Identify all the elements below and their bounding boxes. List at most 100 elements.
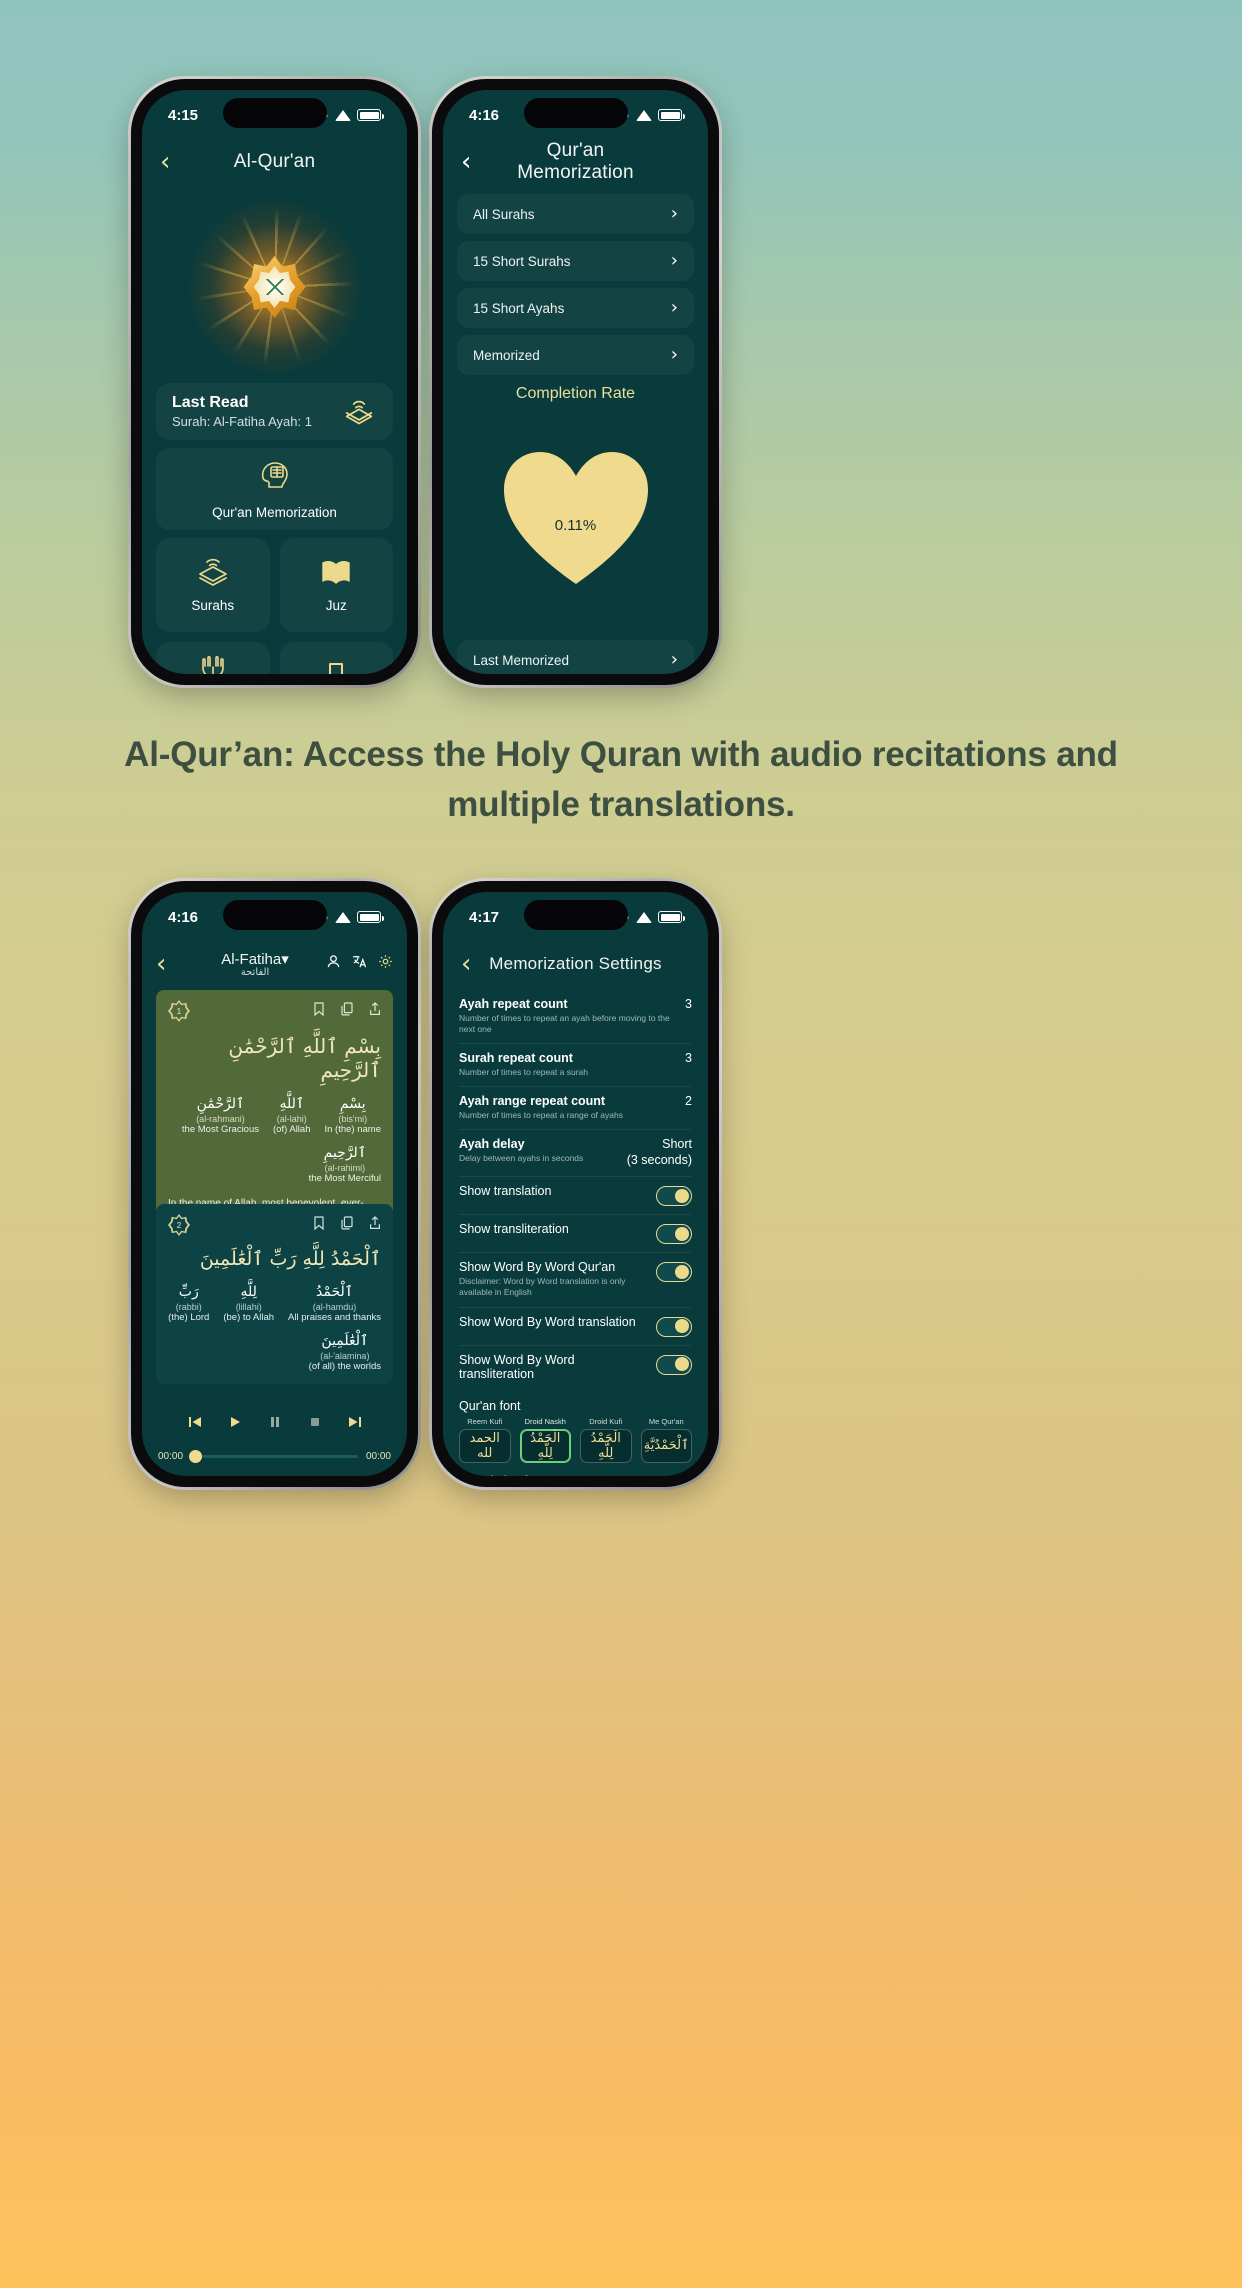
setting-show-transliteration[interactable]: Show transliteration (459, 1214, 692, 1252)
memorization-card-label: Qur'an Memorization (212, 505, 337, 520)
memorization-menu: All Surahs › 15 Short Surahs › 15 Short … (457, 194, 694, 382)
font-chip-sample: الحمد لله (459, 1428, 511, 1463)
setting-value[interactable]: 3 (685, 997, 692, 1011)
surah-selector[interactable]: Al-Fatiha▾ الفاتحة (190, 950, 320, 978)
toggle-show-wbw-translation[interactable] (656, 1316, 692, 1337)
word-item: ٱلرَّحْمَٰنِ (al-rahmani) the Most Graci… (181, 1096, 259, 1135)
last-read-title: Last Read (172, 394, 249, 411)
notch (523, 98, 628, 128)
bookmark-icon[interactable] (313, 1001, 325, 1021)
stop-button[interactable] (308, 1415, 322, 1434)
menu-item-memorized[interactable]: Memorized › (457, 335, 694, 375)
toggle-show-translation[interactable] (656, 1186, 692, 1207)
back-button[interactable]: ‹ (461, 149, 489, 175)
next-track-button[interactable] (348, 1415, 362, 1434)
tile-duas[interactable]: Duas from the Qur'an (156, 642, 270, 674)
setting-ayah-delay[interactable]: Ayah delay Delay between ayahs in second… (459, 1129, 692, 1176)
chevron-right-icon: › (670, 297, 678, 318)
back-button[interactable]: ‹ (461, 951, 489, 977)
font-chip-sample: الْحَمْدُ لِلَّهِ (519, 1428, 571, 1463)
menu-item-15-short-ayahs[interactable]: 15 Short Ayahs › (457, 288, 694, 328)
last-read-subtitle: Surah: Al-Fatiha Ayah: 1 (172, 414, 312, 429)
share-icon[interactable] (369, 1215, 381, 1235)
phone-mockup-settings: 4:17 •••• ‹ Memorization Settings Ayah r… (429, 878, 722, 1490)
setting-show-wbw-translation[interactable]: Show Word By Word translation (459, 1306, 692, 1345)
chevron-down-icon[interactable]: ▾ (281, 951, 289, 968)
seek-track[interactable] (189, 1450, 358, 1463)
toggle-show-transliteration[interactable] (656, 1224, 692, 1245)
seek-knob[interactable] (189, 1450, 203, 1463)
play-button[interactable] (228, 1415, 242, 1434)
battery-icon (658, 911, 685, 923)
open-quran-icon (341, 397, 377, 427)
status-time: 4:17 (469, 908, 500, 926)
quran-font-label: Qur'an font (459, 1398, 521, 1413)
font-chip-droid-kufi[interactable]: Droid Kufi الْحَمْدُ لِلَّهِ (580, 1417, 632, 1463)
font-chip-droid-naskh[interactable]: Droid Naskh الْحَمْدُ لِلَّهِ (519, 1417, 571, 1463)
reciter-icon[interactable] (326, 954, 341, 974)
nav-bar-memorization: ‹ Qur'an Memorization (443, 136, 708, 188)
menu-item-label: 15 Short Surahs (473, 253, 571, 269)
chevron-right-icon: › (670, 250, 678, 271)
setting-ayah-repeat-count[interactable]: Ayah repeat count Number of times to rep… (459, 990, 692, 1043)
screen-home: 4:15 •••• ‹ Al-Qur'an Last Read Surah: A… (142, 90, 407, 674)
chevron-right-icon: › (670, 649, 678, 670)
back-button[interactable]: ‹ (160, 149, 188, 175)
setting-show-wbw-quran[interactable]: Show Word By Word Qur'an Disclaimer: Wor… (459, 1252, 692, 1306)
tile-bookmarks[interactable]: Bookmarks (279, 642, 393, 674)
headline-text: Al-Qur’an: Access the Holy Quran with au… (124, 735, 1118, 825)
menu-item-15-short-surahs[interactable]: 15 Short Surahs › (457, 241, 694, 281)
menu-item-all-surahs[interactable]: All Surahs › (457, 194, 694, 234)
setting-value[interactable]: Short (3 seconds) (627, 1137, 692, 1168)
setting-surah-repeat-count[interactable]: Surah repeat count Number of times to re… (459, 1043, 692, 1086)
previous-track-button[interactable] (188, 1415, 202, 1434)
tile-surahs[interactable]: Surahs (156, 538, 270, 632)
share-icon[interactable] (369, 1001, 381, 1021)
setting-description: Number of times to repeat a surah (459, 1067, 588, 1078)
audio-seek-bar[interactable]: 00:00 00:00 (158, 1450, 391, 1463)
ayah-arabic-text: ٱلْحَمْدُ لِلَّهِ رَبِّ ٱلْعَٰلَمِينَ (199, 1248, 381, 1270)
menu-item-label: Memorized (473, 347, 540, 363)
hero-logo (142, 194, 407, 380)
tile-juz[interactable]: Juz (279, 538, 393, 632)
setting-value[interactable]: 2 (685, 1094, 692, 1108)
chevron-right-icon: › (670, 203, 678, 224)
toggle-show-wbw-transliteration[interactable] (656, 1354, 692, 1375)
back-button[interactable]: ‹ (156, 951, 184, 977)
quran-memorization-card[interactable]: Qur'an Memorization (156, 448, 393, 530)
ayah-number-badge: 1 (168, 1000, 190, 1022)
toggle-show-wbw-quran[interactable] (656, 1262, 692, 1283)
completion-rate-chart: 0.11% (443, 415, 708, 620)
setting-title: Show Word By Word translation (459, 1314, 636, 1329)
last-read-card[interactable]: Last Read Surah: Al-Fatiha Ayah: 1 (156, 383, 393, 440)
word-item: ٱلْحَمْدُ (al-hamdu) All praises and tha… (288, 1284, 381, 1323)
quran-font-chips: Reem Kufi الحمد لله Droid Naskh الْحَمْد… (459, 1417, 692, 1463)
setting-title: Show transliteration (459, 1222, 569, 1237)
setting-description: Number of times to repeat a range of aya… (459, 1110, 623, 1121)
setting-title: Ayah delay (459, 1137, 525, 1152)
copy-icon[interactable] (341, 1215, 353, 1235)
setting-title: Show translation (459, 1184, 552, 1199)
setting-show-wbw-transliteration[interactable]: Show Word By Word transliteration (459, 1344, 692, 1389)
notch (222, 98, 327, 128)
translate-icon[interactable] (352, 954, 367, 974)
settings-gear-icon[interactable] (378, 954, 393, 974)
bookmark-icon[interactable] (313, 1215, 325, 1235)
font-chip-me-quran[interactable]: Me Qur'an ٱلْحَمْدُيَّةِ (640, 1416, 692, 1463)
ayah-card-2[interactable]: 2 ٱلْحَمْدُ لِلَّهِ رَبِّ ٱلْعَٰلَمِينَ … (156, 1204, 393, 1384)
setting-value[interactable]: 3 (685, 1051, 692, 1065)
elapsed-time: 00:00 (158, 1451, 184, 1462)
ayah-header: 2 (168, 1214, 381, 1236)
status-time: 4:15 (168, 106, 199, 124)
word-by-word-row-2: ٱلْعَٰلَمِينَ (al-'alamina) (of all) the… (168, 1333, 381, 1372)
font-chip-reem-kufi[interactable]: Reem Kufi الحمد لله (459, 1417, 511, 1463)
setting-show-translation[interactable]: Show translation (459, 1176, 692, 1214)
setting-ayah-range-repeat-count[interactable]: Ayah range repeat count Number of times … (459, 1086, 692, 1129)
pause-button[interactable] (268, 1415, 282, 1434)
last-memorized-row[interactable]: Last Memorized › (457, 640, 694, 674)
completion-rate-value: 0.11% (554, 516, 597, 534)
word-item: لِلَّهِ (lillahi) (be) to Allah (223, 1284, 275, 1323)
setting-value-secondary: (3 seconds) (626, 1152, 692, 1167)
font-chip-name: Me Qur'an (648, 1416, 684, 1426)
copy-icon[interactable] (341, 1001, 353, 1021)
